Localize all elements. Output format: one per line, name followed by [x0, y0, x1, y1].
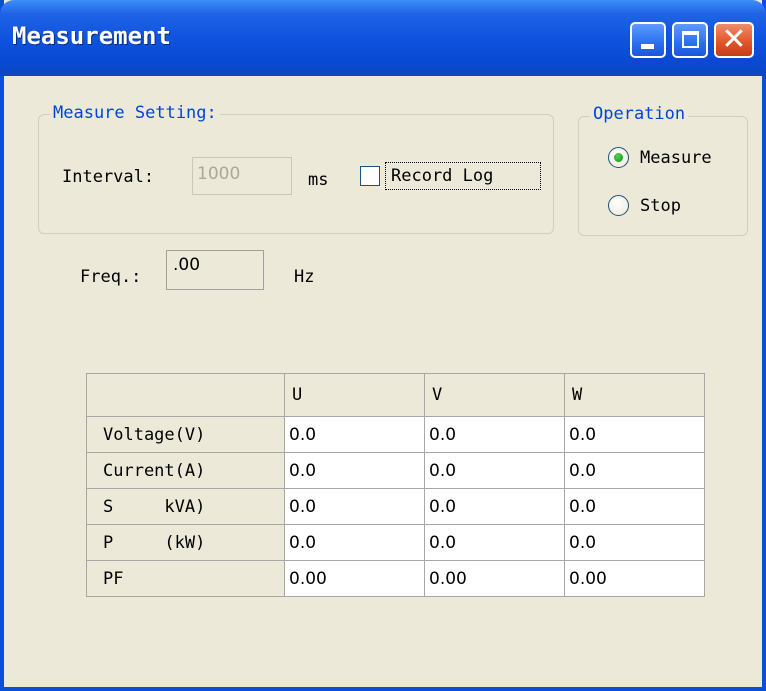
title-bar[interactable]: Measurement ✕	[0, 0, 766, 76]
table-cell: 0.0	[564, 488, 705, 525]
table-header-cell	[86, 373, 285, 417]
table-row: P (kW) 0.0 0.0 0.0	[86, 524, 705, 561]
interval-label: Interval:	[62, 167, 155, 187]
table-cell: 0.0	[284, 452, 425, 489]
freq-value: .00	[166, 250, 264, 290]
table-cell: 0.0	[424, 524, 565, 561]
freq-label: Freq.:	[80, 267, 142, 287]
table-cell: 0.0	[564, 524, 705, 561]
close-icon: ✕	[721, 22, 747, 57]
close-button[interactable]: ✕	[714, 22, 754, 58]
operation-group	[578, 116, 748, 236]
table-cell: 0.0	[424, 452, 565, 489]
row-label: S kVA)	[86, 488, 285, 525]
table-cell: 0.0	[424, 416, 565, 453]
table-header-cell: V	[424, 373, 565, 417]
table-cell: 0.0	[564, 416, 705, 453]
measurement-window: Measurement ✕ Measure Setting: Interval:…	[0, 0, 766, 691]
window-title: Measurement	[12, 22, 171, 50]
measure-radio[interactable]	[608, 147, 629, 168]
maximize-button[interactable]	[672, 22, 708, 58]
measure-radio-label[interactable]: Measure	[640, 147, 712, 169]
row-label: P (kW)	[86, 524, 285, 561]
table-cell: 0.00	[424, 560, 565, 597]
stop-radio-label[interactable]: Stop	[640, 195, 681, 217]
row-label: PF	[86, 560, 285, 597]
table-cell: 0.00	[564, 560, 705, 597]
table-header-row: U V W	[86, 373, 705, 417]
table-cell: 0.0	[284, 488, 425, 525]
stop-radio[interactable]	[608, 195, 629, 216]
radio-selected-dot	[614, 153, 623, 162]
table-row: Voltage(V) 0.0 0.0 0.0	[86, 416, 705, 453]
record-log-checkbox[interactable]	[360, 166, 380, 186]
table-cell: 0.0	[284, 416, 425, 453]
interval-input[interactable]: 1000	[192, 157, 292, 195]
minimize-button[interactable]	[630, 22, 666, 58]
record-log-label[interactable]: Record Log	[391, 165, 493, 187]
table-row: Current(A) 0.0 0.0 0.0	[86, 452, 705, 489]
minimize-icon	[641, 44, 654, 49]
table-cell: 0.0	[424, 488, 565, 525]
table-header-cell: W	[564, 373, 705, 417]
maximize-icon	[682, 31, 699, 48]
table-cell: 0.0	[284, 524, 425, 561]
table-row: PF 0.00 0.00 0.00	[86, 560, 705, 597]
row-label: Current(A)	[86, 452, 285, 489]
table-cell: 0.00	[284, 560, 425, 597]
table-header-cell: U	[284, 373, 425, 417]
measure-setting-legend: Measure Setting:	[50, 103, 220, 123]
table-row: S kVA) 0.0 0.0 0.0	[86, 488, 705, 525]
measurement-table: U V W Voltage(V) 0.0 0.0 0.0 Current(A) …	[86, 373, 705, 597]
operation-legend: Operation	[590, 104, 689, 124]
row-label: Voltage(V)	[86, 416, 285, 453]
freq-unit: Hz	[294, 267, 315, 287]
interval-unit: ms	[308, 170, 329, 190]
table-cell: 0.0	[564, 452, 705, 489]
